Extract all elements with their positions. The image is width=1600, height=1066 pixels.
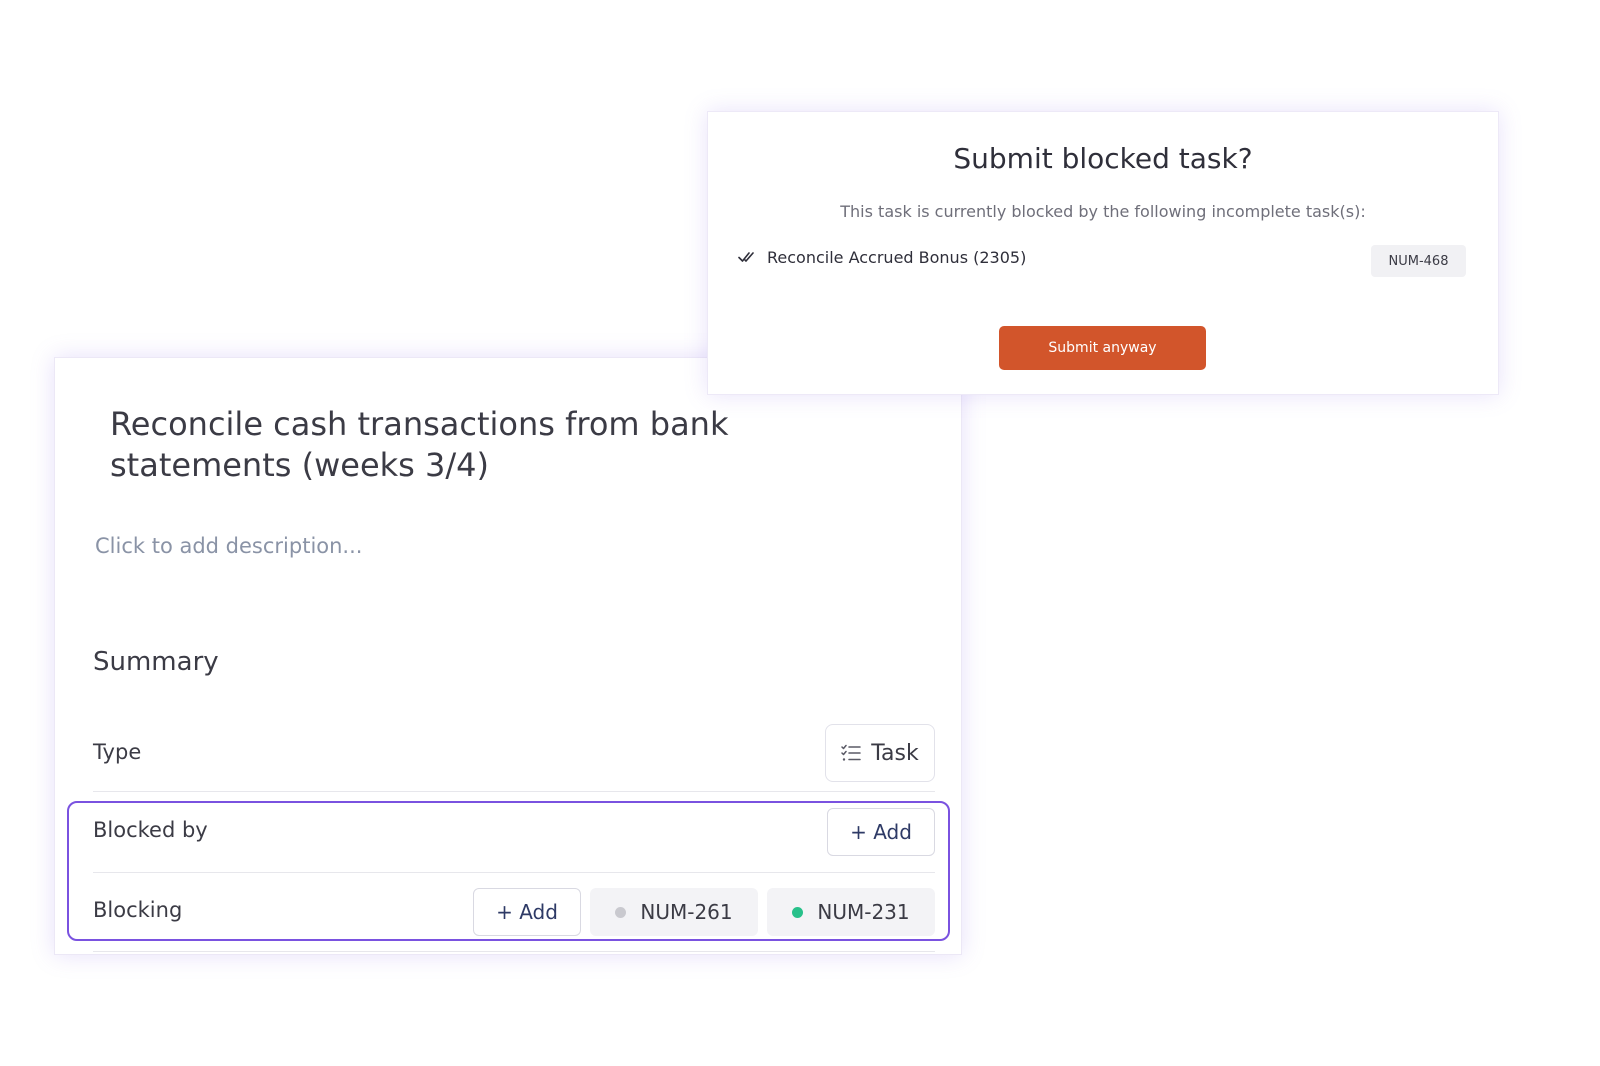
type-selector[interactable]: Task [825, 724, 935, 782]
blocking-task-id: NUM-231 [817, 900, 910, 924]
blocking-task-chip[interactable]: NUM-231 [767, 888, 935, 936]
divider [93, 951, 935, 952]
submit-blocked-dialog: Submit blocked task? This task is curren… [707, 111, 1499, 395]
divider [93, 791, 935, 792]
description-placeholder[interactable]: Click to add description... [95, 534, 362, 558]
blocking-task-chip[interactable]: NUM-261 [590, 888, 758, 936]
type-value: Task [871, 740, 919, 766]
blocking-task-item[interactable]: Reconcile Accrued Bonus (2305) [738, 248, 1026, 267]
task-detail-card: Reconcile cash transactions from bank st… [54, 357, 962, 955]
status-dot [792, 906, 804, 918]
add-blocked-by-button[interactable]: + Add [827, 808, 935, 856]
add-blocking-button[interactable]: + Add [473, 888, 581, 936]
submit-anyway-button[interactable]: Submit anyway [999, 326, 1206, 370]
status-dot [615, 906, 627, 918]
divider [93, 872, 935, 873]
checklist-icon [841, 744, 861, 762]
blocking-task-id: NUM-261 [640, 900, 733, 924]
task-title[interactable]: Reconcile cash transactions from bank st… [110, 404, 790, 486]
type-label: Type [93, 740, 142, 764]
dialog-message: This task is currently blocked by the fo… [840, 202, 1366, 221]
blocking-task-name: Reconcile Accrued Bonus (2305) [767, 248, 1027, 267]
task-id-badge: NUM-468 [1371, 245, 1466, 277]
dialog-title: Submit blocked task? [953, 142, 1253, 175]
double-check-icon [738, 248, 756, 267]
blocking-label: Blocking [93, 898, 183, 922]
blocked-by-label: Blocked by [93, 818, 208, 842]
summary-heading: Summary [93, 647, 219, 677]
